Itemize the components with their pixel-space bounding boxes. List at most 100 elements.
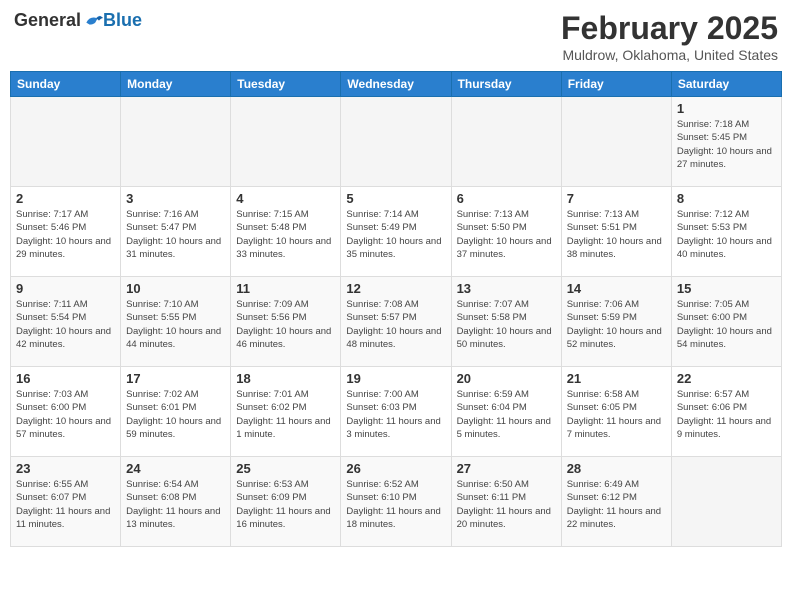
day-info: Sunrise: 6:53 AM Sunset: 6:09 PM Dayligh… xyxy=(236,478,335,531)
day-of-week-header: Wednesday xyxy=(341,72,451,97)
calendar-week-row: 16 Sunrise: 7:03 AM Sunset: 6:00 PM Dayli… xyxy=(11,367,782,457)
logo-bird-icon xyxy=(83,11,103,31)
day-number: 27 xyxy=(457,461,556,476)
day-info: Sunrise: 7:01 AM Sunset: 6:02 PM Dayligh… xyxy=(236,388,335,441)
day-number: 11 xyxy=(236,281,335,296)
logo: General Blue xyxy=(14,10,142,31)
day-number: 22 xyxy=(677,371,776,386)
day-number: 3 xyxy=(126,191,225,206)
day-number: 19 xyxy=(346,371,445,386)
calendar-day-cell: 17 Sunrise: 7:02 AM Sunset: 6:01 PM Dayli… xyxy=(121,367,231,457)
calendar-day-cell: 15Sunrise: 7:05 AM Sunset: 6:00 PM Dayli… xyxy=(671,277,781,367)
day-number: 12 xyxy=(346,281,445,296)
day-number: 9 xyxy=(16,281,115,296)
calendar-day-cell: 13Sunrise: 7:07 AM Sunset: 5:58 PM Dayli… xyxy=(451,277,561,367)
day-number: 16 xyxy=(16,371,115,386)
day-number: 10 xyxy=(126,281,225,296)
day-number: 25 xyxy=(236,461,335,476)
day-info: Sunrise: 7:14 AM Sunset: 5:49 PM Dayligh… xyxy=(346,208,445,261)
calendar-day-cell: 11 Sunrise: 7:09 AM Sunset: 5:56 PM Dayli… xyxy=(231,277,341,367)
day-of-week-header: Monday xyxy=(121,72,231,97)
day-number: 24 xyxy=(126,461,225,476)
calendar-day-cell xyxy=(11,97,121,187)
day-info: Sunrise: 6:59 AM Sunset: 6:04 PM Dayligh… xyxy=(457,388,556,441)
calendar-day-cell: 3 Sunrise: 7:16 AM Sunset: 5:47 PM Daylig… xyxy=(121,187,231,277)
day-number: 4 xyxy=(236,191,335,206)
day-number: 5 xyxy=(346,191,445,206)
day-info: Sunrise: 7:05 AM Sunset: 6:00 PM Dayligh… xyxy=(677,298,776,351)
day-number: 18 xyxy=(236,371,335,386)
day-info: Sunrise: 7:10 AM Sunset: 5:55 PM Dayligh… xyxy=(126,298,225,351)
day-of-week-header: Sunday xyxy=(11,72,121,97)
calendar-day-cell: 22 Sunrise: 6:57 AM Sunset: 6:06 PM Dayli… xyxy=(671,367,781,457)
day-info: Sunrise: 7:02 AM Sunset: 6:01 PM Dayligh… xyxy=(126,388,225,441)
calendar-day-cell: 19Sunrise: 7:00 AM Sunset: 6:03 PM Dayli… xyxy=(341,367,451,457)
day-number: 26 xyxy=(346,461,445,476)
day-info: Sunrise: 7:15 AM Sunset: 5:48 PM Dayligh… xyxy=(236,208,335,261)
day-number: 20 xyxy=(457,371,556,386)
calendar-day-cell: 9 Sunrise: 7:11 AM Sunset: 5:54 PM Daylig… xyxy=(11,277,121,367)
calendar-day-cell: 21 Sunrise: 6:58 AM Sunset: 6:05 PM Dayli… xyxy=(561,367,671,457)
calendar-day-cell: 4 Sunrise: 7:15 AM Sunset: 5:48 PM Daylig… xyxy=(231,187,341,277)
day-number: 23 xyxy=(16,461,115,476)
day-info: Sunrise: 6:58 AM Sunset: 6:05 PM Dayligh… xyxy=(567,388,666,441)
day-of-week-header: Thursday xyxy=(451,72,561,97)
day-info: Sunrise: 6:57 AM Sunset: 6:06 PM Dayligh… xyxy=(677,388,776,441)
day-info: Sunrise: 7:13 AM Sunset: 5:51 PM Dayligh… xyxy=(567,208,666,261)
calendar-week-row: 1 Sunrise: 7:18 AM Sunset: 5:45 PM Daylig… xyxy=(11,97,782,187)
day-info: Sunrise: 7:11 AM Sunset: 5:54 PM Dayligh… xyxy=(16,298,115,351)
calendar-day-cell xyxy=(671,457,781,547)
calendar-day-cell: 5 Sunrise: 7:14 AM Sunset: 5:49 PM Daylig… xyxy=(341,187,451,277)
calendar-day-cell: 10 Sunrise: 7:10 AM Sunset: 5:55 PM Dayli… xyxy=(121,277,231,367)
day-number: 2 xyxy=(16,191,115,206)
calendar-day-cell: 2Sunrise: 7:17 AM Sunset: 5:46 PM Daylig… xyxy=(11,187,121,277)
calendar-day-cell: 6Sunrise: 7:13 AM Sunset: 5:50 PM Daylig… xyxy=(451,187,561,277)
calendar-day-cell: 14 Sunrise: 7:06 AM Sunset: 5:59 PM Dayli… xyxy=(561,277,671,367)
day-info: Sunrise: 7:08 AM Sunset: 5:57 PM Dayligh… xyxy=(346,298,445,351)
location-text: Muldrow, Oklahoma, United States xyxy=(561,47,778,63)
day-info: Sunrise: 6:54 AM Sunset: 6:08 PM Dayligh… xyxy=(126,478,225,531)
day-info: Sunrise: 7:16 AM Sunset: 5:47 PM Dayligh… xyxy=(126,208,225,261)
day-of-week-header: Saturday xyxy=(671,72,781,97)
title-section: February 2025 Muldrow, Oklahoma, United … xyxy=(561,10,778,63)
calendar-day-cell: 18 Sunrise: 7:01 AM Sunset: 6:02 PM Dayli… xyxy=(231,367,341,457)
day-info: Sunrise: 7:09 AM Sunset: 5:56 PM Dayligh… xyxy=(236,298,335,351)
calendar-day-cell: 12 Sunrise: 7:08 AM Sunset: 5:57 PM Dayli… xyxy=(341,277,451,367)
calendar-day-cell xyxy=(341,97,451,187)
day-number: 14 xyxy=(567,281,666,296)
calendar-day-cell: 25 Sunrise: 6:53 AM Sunset: 6:09 PM Dayli… xyxy=(231,457,341,547)
calendar-week-row: 23 Sunrise: 6:55 AM Sunset: 6:07 PM Dayli… xyxy=(11,457,782,547)
day-number: 28 xyxy=(567,461,666,476)
calendar-week-row: 2Sunrise: 7:17 AM Sunset: 5:46 PM Daylig… xyxy=(11,187,782,277)
day-info: Sunrise: 6:52 AM Sunset: 6:10 PM Dayligh… xyxy=(346,478,445,531)
calendar-day-cell: 24 Sunrise: 6:54 AM Sunset: 6:08 PM Dayli… xyxy=(121,457,231,547)
calendar-day-cell: 26 Sunrise: 6:52 AM Sunset: 6:10 PM Dayli… xyxy=(341,457,451,547)
day-number: 7 xyxy=(567,191,666,206)
day-info: Sunrise: 7:07 AM Sunset: 5:58 PM Dayligh… xyxy=(457,298,556,351)
calendar-day-cell xyxy=(451,97,561,187)
page-header: General Blue February 2025 Muldrow, Okla… xyxy=(10,10,782,63)
calendar-day-cell: 28Sunrise: 6:49 AM Sunset: 6:12 PM Dayli… xyxy=(561,457,671,547)
calendar-day-cell xyxy=(231,97,341,187)
day-info: Sunrise: 6:55 AM Sunset: 6:07 PM Dayligh… xyxy=(16,478,115,531)
calendar-day-cell: 8Sunrise: 7:12 AM Sunset: 5:53 PM Daylig… xyxy=(671,187,781,277)
day-of-week-header: Friday xyxy=(561,72,671,97)
calendar-day-cell xyxy=(121,97,231,187)
day-info: Sunrise: 7:06 AM Sunset: 5:59 PM Dayligh… xyxy=(567,298,666,351)
logo-general-text: General xyxy=(14,10,81,31)
calendar-day-cell: 1 Sunrise: 7:18 AM Sunset: 5:45 PM Daylig… xyxy=(671,97,781,187)
day-number: 1 xyxy=(677,101,776,116)
logo-blue-text: Blue xyxy=(103,10,142,31)
day-info: Sunrise: 7:03 AM Sunset: 6:00 PM Dayligh… xyxy=(16,388,115,441)
day-info: Sunrise: 7:18 AM Sunset: 5:45 PM Dayligh… xyxy=(677,118,776,171)
calendar-week-row: 9 Sunrise: 7:11 AM Sunset: 5:54 PM Daylig… xyxy=(11,277,782,367)
calendar-day-cell: 23 Sunrise: 6:55 AM Sunset: 6:07 PM Dayli… xyxy=(11,457,121,547)
day-info: Sunrise: 7:12 AM Sunset: 5:53 PM Dayligh… xyxy=(677,208,776,261)
day-number: 17 xyxy=(126,371,225,386)
calendar-day-cell: 16 Sunrise: 7:03 AM Sunset: 6:00 PM Dayli… xyxy=(11,367,121,457)
day-info: Sunrise: 6:50 AM Sunset: 6:11 PM Dayligh… xyxy=(457,478,556,531)
day-number: 21 xyxy=(567,371,666,386)
calendar-day-cell: 7 Sunrise: 7:13 AM Sunset: 5:51 PM Daylig… xyxy=(561,187,671,277)
day-info: Sunrise: 7:13 AM Sunset: 5:50 PM Dayligh… xyxy=(457,208,556,261)
calendar-day-cell: 27 Sunrise: 6:50 AM Sunset: 6:11 PM Dayli… xyxy=(451,457,561,547)
